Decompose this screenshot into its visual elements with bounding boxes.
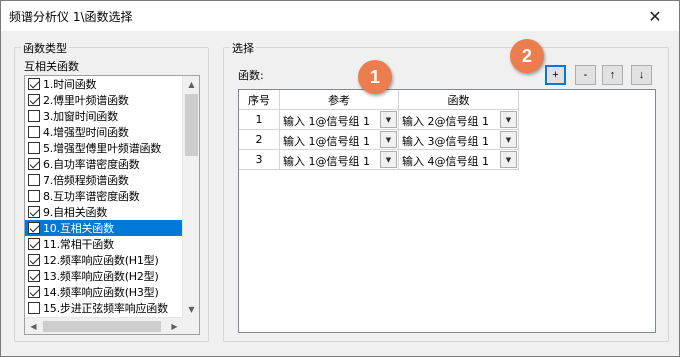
list-label: 互相关函数 [24, 60, 79, 73]
horizontal-scroll-thumb[interactable] [43, 321, 161, 332]
reference-combobox-value: 输入 1@信号组 1 [283, 115, 370, 128]
list-item-label: 10.互相关函数 [43, 222, 114, 235]
window-title: 频谱分析仪 1\函数选择 [9, 10, 133, 24]
function-combobox-value: 输入 2@信号组 1 [402, 115, 489, 128]
list-item[interactable]: 6.自功率谱密度函数 [25, 156, 183, 172]
column-header-function: 函数 [399, 90, 519, 110]
reference-combobox[interactable]: 输入 1@信号组 1 ▼ [280, 150, 399, 170]
dropdown-arrow-icon[interactable]: ▼ [500, 111, 517, 128]
list-item[interactable]: 10.互相关函数 [25, 220, 183, 236]
function-type-listbox[interactable]: 1.时间函数 2.傅里叶频谱函数 3.加窗时间函数 4.增强型时间函数 5.增强型傅里叶… [24, 75, 200, 335]
selection-group-label: 选择 [230, 40, 256, 56]
title-bar: 频谱分析仪 1\函数选择 ✕ [1, 1, 679, 31]
list-item[interactable]: 4.增强型时间函数 [25, 124, 183, 140]
horizontal-scrollbar[interactable]: ◀ ▶ [25, 317, 183, 334]
reference-combobox[interactable]: 输入 1@信号组 1 ▼ [280, 110, 399, 130]
list-item-checkbox[interactable] [28, 158, 40, 170]
list-item-checkbox[interactable] [28, 206, 40, 218]
list-item-label: 11.常相干函数 [43, 238, 114, 251]
dropdown-arrow-icon[interactable]: ▼ [500, 151, 517, 168]
dropdown-arrow-icon[interactable]: ▼ [380, 111, 397, 128]
dialog-window: 频谱分析仪 1\函数选择 ✕ 函数类型 互相关函数 1.时间函数 2.傅里叶频谱函… [0, 0, 680, 357]
list-item-label: 7.倍频程频谱函数 [43, 174, 129, 187]
list-item-label: 6.自功率谱密度函数 [43, 158, 140, 171]
list-item-checkbox[interactable] [28, 286, 40, 298]
function-type-group-label: 函数类型 [21, 40, 69, 56]
function-combobox-value: 输入 3@信号组 1 [402, 135, 489, 148]
reference-combobox-value: 输入 1@信号组 1 [283, 135, 370, 148]
function-combobox[interactable]: 输入 2@信号组 1 ▼ [399, 110, 519, 130]
list-item-checkbox[interactable] [28, 94, 40, 106]
vertical-scroll-thumb[interactable] [185, 94, 198, 156]
list-item-label: 14.频率响应函数(H3型) [43, 286, 159, 299]
list-item-label: 2.傅里叶频谱函数 [43, 94, 129, 107]
annotation-badge-1: 1 [358, 60, 392, 94]
close-icon[interactable]: ✕ [635, 2, 675, 30]
move-down-button[interactable]: ↓ [631, 65, 652, 85]
list-item[interactable]: 9.自相关函数 [25, 204, 183, 220]
list-item-label: 3.加窗时间函数 [43, 110, 118, 123]
remove-button[interactable]: - [575, 65, 596, 85]
list-item-checkbox[interactable] [28, 238, 40, 250]
list-item[interactable]: 2.傅里叶频谱函数 [25, 92, 183, 108]
list-item-checkbox[interactable] [28, 142, 40, 154]
list-item[interactable]: 13.频率响应函数(H2型) [25, 268, 183, 284]
reference-combobox[interactable]: 输入 1@信号组 1 ▼ [280, 130, 399, 150]
list-item-label: 4.增强型时间函数 [43, 126, 129, 139]
dropdown-arrow-icon[interactable]: ▼ [380, 131, 397, 148]
add-button[interactable]: + [545, 65, 566, 85]
list-item-label: 12.频率响应函数(H1型) [43, 254, 159, 267]
list-item[interactable]: 5.增强型傅里叶频谱函数 [25, 140, 183, 156]
annotation-badge-2: 2 [510, 39, 544, 73]
list-item[interactable]: 15.步进正弦频率响应函数 [25, 300, 183, 316]
list-item-checkbox[interactable] [28, 190, 40, 202]
list-item-label: 13.频率响应函数(H2型) [43, 270, 159, 283]
scroll-right-icon[interactable]: ▶ [166, 318, 183, 334]
function-combobox[interactable]: 输入 4@信号组 1 ▼ [399, 150, 519, 170]
function-label: 函数: [238, 69, 264, 82]
list-item-label: 8.互功率谱密度函数 [43, 190, 140, 203]
reference-combobox-value: 输入 1@信号组 1 [283, 155, 370, 168]
list-item-label: 9.自相关函数 [43, 206, 108, 219]
list-item-checkbox[interactable] [28, 254, 40, 266]
list-item-checkbox[interactable] [28, 222, 40, 234]
list-item-checkbox[interactable] [28, 78, 40, 90]
row-index[interactable]: 1 [239, 110, 280, 130]
dropdown-arrow-icon[interactable]: ▼ [500, 131, 517, 148]
list-item[interactable]: 8.互功率谱密度函数 [25, 188, 183, 204]
list-item-checkbox[interactable] [28, 302, 40, 314]
selection-table: 序号 参考 函数 1 输入 1@信号组 1 ▼ 输入 2@信号组 1 ▼ 2 输入 1@信号… [238, 89, 656, 333]
function-type-list: 1.时间函数 2.傅里叶频谱函数 3.加窗时间函数 4.增强型时间函数 5.增强型傅里叶… [25, 76, 183, 316]
list-item[interactable]: 12.频率响应函数(H1型) [25, 252, 183, 268]
list-item-checkbox[interactable] [28, 110, 40, 122]
function-combobox[interactable]: 输入 3@信号组 1 ▼ [399, 130, 519, 150]
move-up-button[interactable]: ↑ [602, 65, 623, 85]
list-item-label: 5.增强型傅里叶频谱函数 [43, 142, 162, 155]
list-item[interactable]: 3.加窗时间函数 [25, 108, 183, 124]
function-combobox-value: 输入 4@信号组 1 [402, 155, 489, 168]
list-item[interactable]: 1.时间函数 [25, 76, 183, 92]
list-item[interactable]: 7.倍频程频谱函数 [25, 172, 183, 188]
row-index[interactable]: 2 [239, 130, 280, 150]
scroll-up-icon[interactable]: ▲ [183, 76, 199, 92]
scrollbar-corner [182, 317, 199, 334]
vertical-scrollbar[interactable]: ▲ ▼ [182, 76, 199, 317]
row-index[interactable]: 3 [239, 150, 280, 170]
list-item-checkbox[interactable] [28, 174, 40, 186]
list-item-label: 1.时间函数 [43, 78, 97, 91]
list-item-label: 15.步进正弦频率响应函数 [43, 302, 168, 315]
scroll-down-icon[interactable]: ▼ [183, 301, 199, 317]
column-header-index: 序号 [239, 90, 280, 110]
list-item[interactable]: 14.频率响应函数(H3型) [25, 284, 183, 300]
scroll-left-icon[interactable]: ◀ [25, 318, 42, 334]
list-item[interactable]: 11.常相干函数 [25, 236, 183, 252]
list-item-checkbox[interactable] [28, 126, 40, 138]
dropdown-arrow-icon[interactable]: ▼ [380, 151, 397, 168]
column-header-reference: 参考 [280, 90, 399, 110]
list-item-checkbox[interactable] [28, 270, 40, 282]
